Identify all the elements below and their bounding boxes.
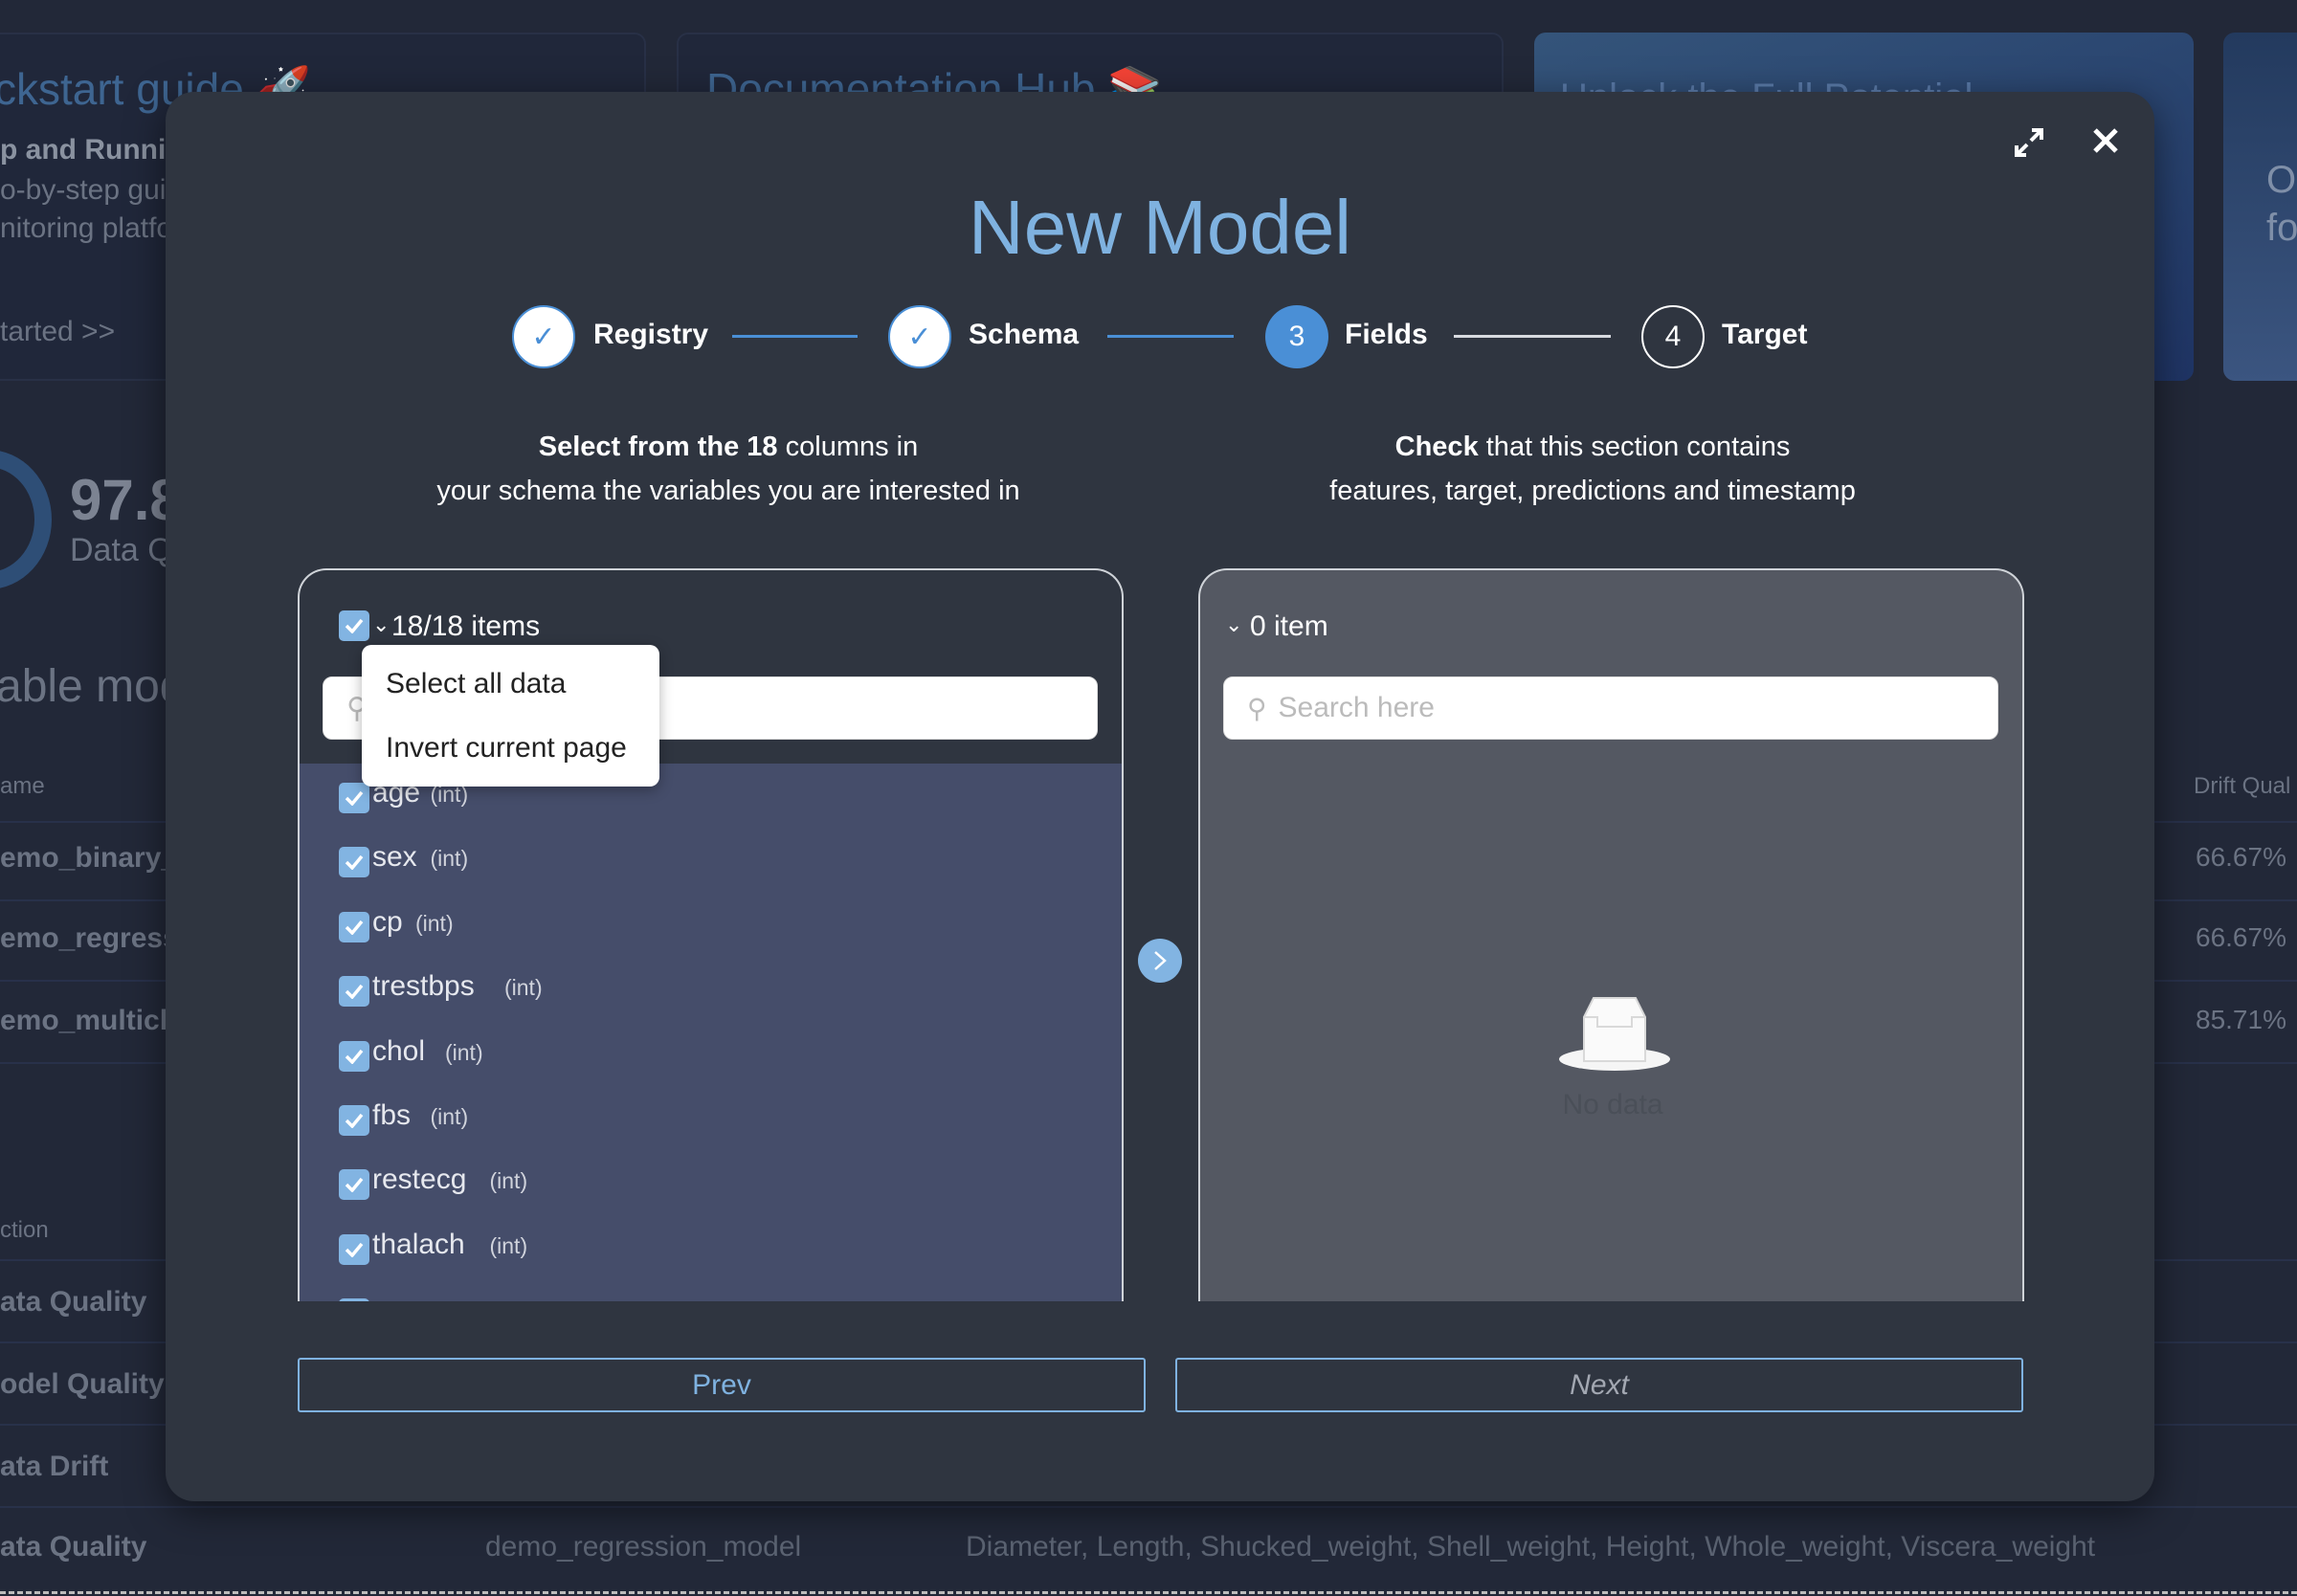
close-icon[interactable] <box>2091 126 2120 155</box>
quickstart-subtitle: p and Runni <box>0 134 167 166</box>
step-registry-label: Registry <box>593 319 709 350</box>
step-registry-check-icon: ✓ <box>512 305 575 368</box>
desc-text: that this section contains <box>1478 432 1791 462</box>
expand-icon[interactable] <box>2013 126 2045 159</box>
item-type: (int) <box>430 846 469 872</box>
menu-item-select-all[interactable]: Select all data <box>386 668 566 700</box>
model-row-drift: 85.71% <box>2196 1005 2286 1034</box>
item-type: (int) <box>504 975 543 1001</box>
new-model-modal: New Model ✓ Registry ✓ Schema 3 Fields 4… <box>166 92 2154 1501</box>
target-search-input[interactable]: ⚲ Search here <box>1223 676 1998 740</box>
list-item[interactable]: fbs (int) <box>300 1099 1122 1163</box>
item-type: (int) <box>430 1104 469 1129</box>
item-type: (int) <box>415 910 454 936</box>
step-fields-label: Fields <box>1345 319 1428 350</box>
item-type: (int) <box>445 1039 483 1065</box>
model-row-drift: 66.67% <box>2196 842 2286 872</box>
model-row-drift: 66.67% <box>2196 922 2286 952</box>
quickstart-text: nitoring platfo <box>0 212 173 244</box>
item-type: (int) <box>489 1232 528 1258</box>
source-description: Select from the 18 columns in your schem… <box>436 425 1019 513</box>
desc-text: columns in <box>777 432 919 462</box>
list-item[interactable] <box>300 1298 1122 1301</box>
column-header-section: ction <box>0 1217 49 1243</box>
item-name: cp <box>372 905 403 938</box>
quickstart-text: o-by-step guid <box>0 174 183 206</box>
search-placeholder: Search here <box>1278 692 1435 723</box>
list-item[interactable]: sex (int) <box>300 841 1122 904</box>
donut-chart <box>0 450 52 589</box>
item-name: sex <box>372 841 417 874</box>
desc-bold: Select from the 18 <box>538 432 778 462</box>
alert-row-section: ata Quality <box>0 1286 147 1318</box>
item-checkbox[interactable] <box>339 1233 369 1265</box>
alert-row-section: ata Quality <box>0 1531 147 1563</box>
target-transfer-list: ⌄ 0 item ⚲ Search here No data <box>1198 568 2024 1301</box>
selection-dropdown-menu: Select all data Invert current page <box>362 645 659 787</box>
item-name: thalach <box>372 1228 465 1260</box>
list-item[interactable]: chol (int) <box>300 1035 1122 1098</box>
chevron-right-icon <box>1154 951 1167 970</box>
item-type: (int) <box>489 1168 528 1194</box>
step-schema-label: Schema <box>969 319 1080 350</box>
prev-button[interactable]: Prev <box>298 1358 1146 1412</box>
item-checkbox[interactable] <box>339 911 369 942</box>
metric-label: Data Q <box>70 532 173 568</box>
modal-title: New Model <box>968 185 1352 270</box>
step-target-number: 4 <box>1641 305 1705 368</box>
item-name: trestbps <box>372 970 475 1003</box>
alert-row-section: odel Quality <box>0 1368 165 1400</box>
scroll-divider <box>0 1591 2297 1594</box>
source-count-label: 18/18 items <box>391 610 541 642</box>
model-row-name[interactable]: emo_multicla <box>0 1005 184 1037</box>
chevron-down-icon[interactable]: ⌄ <box>1225 612 1242 637</box>
next-button[interactable]: Next <box>1175 1358 2023 1412</box>
item-checkbox[interactable] <box>339 1169 369 1201</box>
move-right-button[interactable] <box>1138 939 1182 983</box>
search-icon: ⚲ <box>1247 693 1267 723</box>
alert-row-model: demo_regression_model <box>485 1531 802 1563</box>
item-name: restecg <box>372 1164 467 1196</box>
target-count-label: 0 item <box>1250 610 1328 642</box>
list-item[interactable]: trestbps (int) <box>300 970 1122 1033</box>
item-checkbox[interactable] <box>339 976 369 1008</box>
step-connector <box>1107 335 1234 338</box>
desc-text: your schema the variables you are intere… <box>436 476 1020 506</box>
step-connector <box>732 335 858 338</box>
step-connector <box>1454 335 1611 338</box>
step-fields-number: 3 <box>1265 305 1328 368</box>
item-checkbox[interactable] <box>339 1298 369 1301</box>
item-checkbox[interactable] <box>339 1040 369 1072</box>
list-item[interactable]: thalach (int) <box>300 1229 1122 1292</box>
desc-text: features, target, predictions and timest… <box>1329 476 1856 506</box>
promo2-text: fo <box>2266 207 2297 249</box>
list-item[interactable]: cp (int) <box>300 906 1122 969</box>
list-item[interactable]: restecg (int) <box>300 1164 1122 1227</box>
item-checkbox[interactable] <box>339 847 369 878</box>
item-name: fbs <box>372 1099 412 1131</box>
alert-row-features: Diameter, Length, Shucked_weight, Shell_… <box>966 1531 2096 1563</box>
model-row-name[interactable]: emo_regressi <box>0 922 187 955</box>
select-all-checkbox[interactable] <box>339 610 369 641</box>
get-started-link[interactable]: tarted >> <box>0 316 115 348</box>
column-header-name: ame <box>0 773 45 799</box>
chevron-down-icon[interactable]: ⌄ <box>372 612 390 637</box>
empty-inbox-icon <box>1559 997 1670 1071</box>
step-target-label: Target <box>1722 319 1808 350</box>
alert-row-section: ata Drift <box>0 1451 109 1482</box>
step-schema-check-icon: ✓ <box>888 305 951 368</box>
item-checkbox[interactable] <box>339 1105 369 1136</box>
empty-text: No data <box>1562 1089 1663 1120</box>
column-header-drift: Drift Qual <box>2194 773 2291 799</box>
target-description: Check that this section contains feature… <box>1329 425 1856 513</box>
item-checkbox[interactable] <box>339 783 369 813</box>
item-name: chol <box>372 1034 426 1067</box>
menu-item-invert-page[interactable]: Invert current page <box>386 732 627 765</box>
model-row-name[interactable]: emo_binary_r <box>0 842 189 875</box>
desc-bold: Check <box>1394 432 1479 462</box>
list-item[interactable]: age (int) <box>300 777 1122 840</box>
promo2-text: O <box>2266 159 2297 201</box>
